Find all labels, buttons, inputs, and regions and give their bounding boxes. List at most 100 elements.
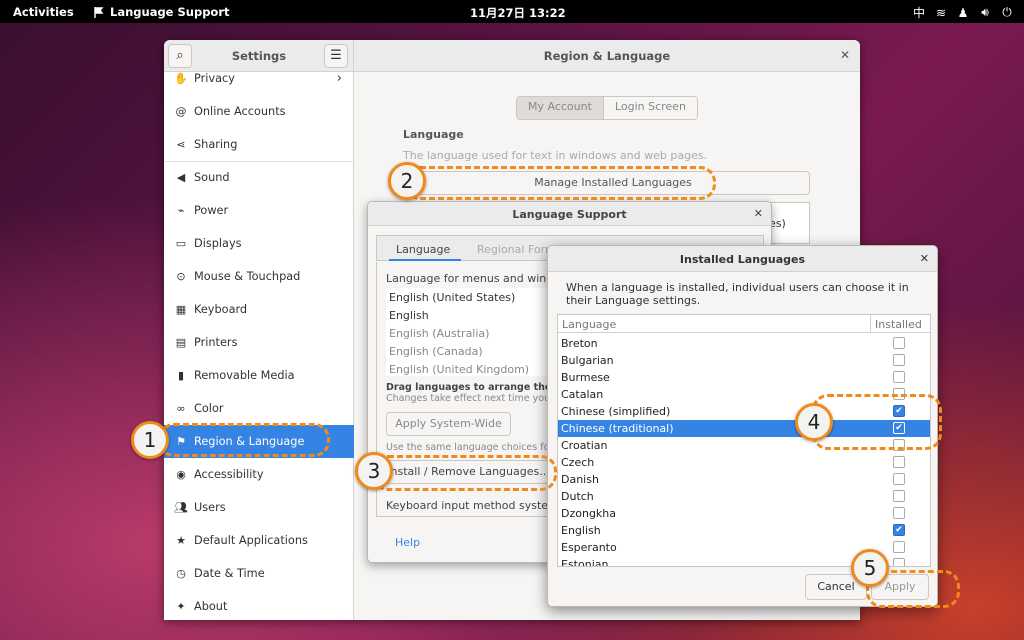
- column-language[interactable]: Language: [562, 318, 616, 331]
- sidebar-item-removable-media[interactable]: ▮ Removable Media: [164, 359, 354, 392]
- app-name: Language Support: [110, 5, 230, 19]
- keyboard-input-method-label: Keyboard input method system: [386, 499, 559, 512]
- wifi-icon: ≋: [935, 5, 947, 20]
- close-icon[interactable]: ✕: [920, 252, 929, 265]
- apply-system-wide-button[interactable]: Apply System-Wide: [386, 412, 511, 436]
- close-icon[interactable]: ✕: [840, 48, 850, 62]
- list-item[interactable]: English (United States): [389, 291, 515, 304]
- tab-my-account[interactable]: My Account: [517, 97, 604, 119]
- settings-main-header: Region & Language ✕: [354, 40, 860, 72]
- sidebar-item-accessibility[interactable]: ◉ Accessibility: [164, 458, 354, 491]
- dialog-title: Installed Languages: [679, 253, 806, 266]
- clock-icon: ◷: [176, 567, 186, 580]
- language-name: Dzongkha: [561, 507, 617, 520]
- sidebar-item-default-applications[interactable]: ★ Default Applications: [164, 524, 354, 557]
- page-title: Region & Language: [543, 49, 671, 63]
- language-name: Dutch: [561, 490, 594, 503]
- account-tabs: My Account Login Screen: [516, 96, 698, 120]
- flag-icon: [94, 6, 104, 18]
- notification-icon: ♟: [957, 5, 969, 20]
- column-installed[interactable]: Installed: [875, 318, 922, 331]
- sidebar-item-privacy[interactable]: ✋ Privacy ›: [164, 62, 354, 95]
- sidebar-item-sound[interactable]: ◀ Sound: [164, 161, 354, 194]
- top-bar: Activities Language Support 11月27日 13:22…: [0, 0, 1024, 23]
- language-heading: Language: [403, 128, 464, 141]
- printer-icon: ▤: [175, 336, 187, 349]
- language-support-header: Language Support ✕: [368, 202, 771, 226]
- speaker-icon: ◀: [176, 171, 186, 184]
- table-row[interactable]: Dutch: [558, 488, 930, 505]
- activities-button[interactable]: Activities: [13, 5, 74, 19]
- list-item[interactable]: English (United Kingdom): [389, 363, 529, 376]
- language-name: Czech: [561, 456, 595, 469]
- keyboard-icon: ▦: [175, 303, 187, 316]
- app-menu[interactable]: Language Support: [94, 5, 230, 19]
- tab-login-screen[interactable]: Login Screen: [603, 97, 697, 119]
- sidebar-item-power[interactable]: ⌁ Power: [164, 194, 354, 227]
- changes-hint: Changes take effect next time you lo: [386, 393, 562, 404]
- star-icon: ★: [176, 534, 186, 547]
- sidebar-item-users[interactable]: 👥︎ Users: [164, 491, 354, 524]
- usb-icon: ▮: [177, 369, 185, 382]
- same-choices-hint: Use the same language choices for s: [386, 442, 562, 453]
- annotation-number-5: 5: [851, 549, 889, 587]
- table-row[interactable]: Burmese: [558, 369, 930, 386]
- active-tab-indicator: [389, 259, 461, 261]
- installed-checkbox[interactable]: [893, 456, 905, 468]
- clock[interactable]: 11月27日 13:22: [470, 5, 566, 21]
- list-item[interactable]: English (Canada): [389, 345, 483, 358]
- share-icon: ⋖: [176, 138, 186, 151]
- sidebar-item-about[interactable]: ✦ About: [164, 590, 354, 620]
- installed-checkbox[interactable]: [893, 558, 905, 566]
- table-row[interactable]: Breton: [558, 335, 930, 352]
- column-divider: [870, 315, 871, 333]
- language-list[interactable]: English (United States) English English …: [386, 288, 556, 376]
- installed-checkbox[interactable]: [893, 337, 905, 349]
- sidebar-item-keyboard[interactable]: ▦ Keyboard: [164, 293, 354, 326]
- system-tray[interactable]: 中 ≋ ♟ 🔊︎ ⏻: [912, 4, 1014, 21]
- table-row[interactable]: Dzongkha: [558, 505, 930, 522]
- list-item[interactable]: English: [389, 309, 429, 322]
- annotation-number-1: 1: [131, 421, 169, 459]
- help-button[interactable]: Help: [395, 536, 420, 549]
- tab-regional-formats[interactable]: Regional Form: [477, 243, 556, 256]
- installed-checkbox[interactable]: [893, 490, 905, 502]
- installed-checkbox[interactable]: [893, 371, 905, 383]
- list-item[interactable]: English (Australia): [389, 327, 489, 340]
- accessibility-icon: ◉: [176, 468, 186, 481]
- sidebar-item-date-time[interactable]: ◷ Date & Time: [164, 557, 354, 590]
- power-icon: ⏻: [1002, 5, 1012, 19]
- sidebar-item-color[interactable]: ∞ Color: [164, 392, 354, 425]
- dialog-description: When a language is installed, individual…: [566, 281, 909, 307]
- installed-checkbox[interactable]: ✔: [893, 524, 905, 536]
- hand-icon: ✋: [174, 72, 188, 85]
- table-row[interactable]: Bulgarian: [558, 352, 930, 369]
- language-name: Danish: [561, 473, 599, 486]
- installed-checkbox[interactable]: [893, 354, 905, 366]
- annotation-highlight-1: [158, 423, 330, 457]
- about-icon: ✦: [176, 600, 186, 613]
- language-name: Estonian: [561, 558, 609, 567]
- language-name: Esperanto: [561, 541, 617, 554]
- annotation-number-2: 2: [388, 162, 426, 200]
- sidebar-item-online-accounts[interactable]: @ Online Accounts: [164, 95, 354, 128]
- at-icon: @: [175, 105, 187, 118]
- installed-checkbox[interactable]: [893, 473, 905, 485]
- table-row[interactable]: English ✔: [558, 522, 930, 539]
- language-name: Catalan: [561, 388, 604, 401]
- installed-checkbox[interactable]: [893, 507, 905, 519]
- sidebar-item-printers[interactable]: ▤ Printers: [164, 326, 354, 359]
- close-icon[interactable]: ✕: [754, 207, 763, 220]
- display-icon: ▭: [175, 237, 187, 250]
- color-icon: ∞: [176, 402, 186, 415]
- table-row[interactable]: Czech: [558, 454, 930, 471]
- sidebar-item-displays[interactable]: ▭ Displays: [164, 227, 354, 260]
- table-row[interactable]: Danish: [558, 471, 930, 488]
- language-name: Bulgarian: [561, 354, 614, 367]
- input-method-indicator[interactable]: 中: [912, 4, 926, 21]
- installed-languages-header: Installed Languages ✕: [548, 246, 937, 272]
- sidebar-item-sharing[interactable]: ⋖ Sharing: [164, 128, 354, 161]
- installed-checkbox[interactable]: [893, 541, 905, 553]
- sidebar-item-mouse-touchpad[interactable]: ⊙ Mouse & Touchpad: [164, 260, 354, 293]
- tab-language[interactable]: Language: [396, 243, 450, 256]
